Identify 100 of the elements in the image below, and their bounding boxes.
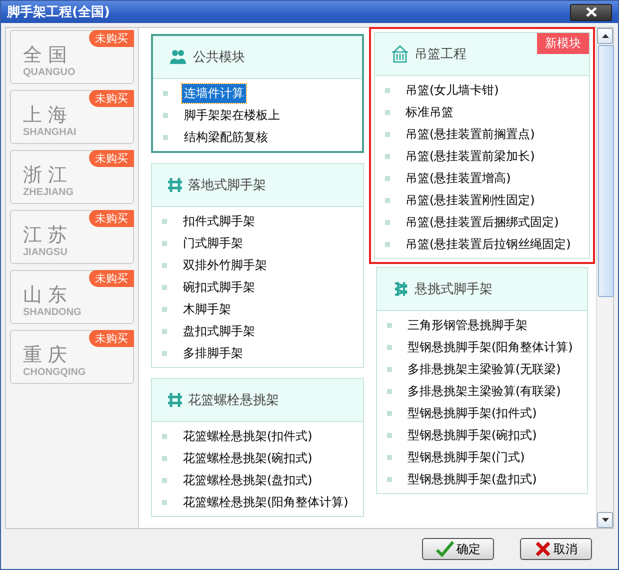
bullet-icon — [384, 176, 390, 180]
module-item[interactable]: 脚手架架在楼板上 — [182, 106, 282, 124]
close-button[interactable] — [570, 4, 612, 20]
bullet-icon — [162, 306, 167, 312]
down-arrow-icon — [602, 518, 608, 522]
bullet-icon — [386, 410, 392, 416]
module-item[interactable]: 门式脚手架 — [181, 234, 245, 252]
bullet-icon — [386, 322, 392, 328]
module-item[interactable]: 多排脚手架 — [181, 344, 245, 362]
module-item[interactable]: 吊篮(悬挂装置前搁置点) — [404, 124, 537, 144]
bullet-icon — [386, 432, 392, 438]
bullet-icon — [386, 476, 392, 482]
module-item[interactable]: 吊篮(悬挂装置增高) — [404, 168, 513, 188]
bullet-icon — [162, 478, 167, 482]
close-icon — [586, 7, 596, 17]
module-item[interactable]: 盘扣式脚手架 — [181, 322, 257, 340]
module-item[interactable]: 三角形钢管悬挑脚手架 — [406, 316, 530, 334]
scroll-down-button[interactable] — [597, 512, 613, 528]
region-pinyin: JIANGSU — [23, 246, 68, 258]
region-name: 上海 — [23, 104, 73, 126]
window-title: 脚手架工程(全国) — [7, 4, 110, 21]
unpurchased-badge: 未购买 — [89, 330, 134, 347]
people-icon — [169, 48, 187, 66]
bullet-icon — [386, 454, 392, 460]
card-title: 花篮螺栓悬挑架 — [188, 392, 279, 409]
bullet-icon — [163, 134, 168, 140]
module-item[interactable]: 木脚手架 — [181, 300, 233, 318]
scaffold-icon — [392, 281, 408, 297]
region-pinyin: CHONGQING — [23, 366, 86, 378]
bullet-icon — [384, 110, 390, 114]
bullet-icon — [386, 344, 392, 350]
module-item[interactable]: 吊篮(女儿墙卡钳) — [404, 80, 501, 100]
module-item[interactable]: 结构梁配筋复核 — [182, 128, 270, 146]
bullet-icon — [386, 366, 392, 372]
region-pinyin: ZHEJIANG — [23, 186, 74, 198]
bullet-icon — [162, 434, 167, 438]
checkmark-icon — [436, 541, 454, 557]
bullet-icon — [162, 240, 167, 246]
module-item[interactable]: 型钢悬挑脚手架(扣件式) — [406, 404, 539, 422]
bullet-icon — [384, 242, 390, 246]
card-title: 吊篮工程 — [414, 46, 466, 63]
module-item[interactable]: 多排悬挑架主梁验算(有联梁) — [406, 382, 563, 400]
module-item[interactable]: 吊篮(悬挂装置后捆绑式固定) — [404, 212, 561, 232]
region-name: 重庆 — [23, 344, 73, 366]
new-badge: 新模块 — [537, 33, 589, 54]
bullet-icon — [162, 328, 167, 334]
bullet-icon — [384, 88, 390, 92]
module-item[interactable]: 型钢悬挑脚手架(门式) — [406, 448, 527, 466]
module-item[interactable]: 吊篮(悬挂装置前梁加长) — [404, 146, 537, 166]
bullet-icon — [163, 90, 168, 96]
unpurchased-badge: 未购买 — [89, 270, 134, 287]
bullet-icon — [162, 456, 167, 460]
module-item[interactable]: 型钢悬挑脚手架(盘扣式) — [406, 470, 539, 488]
region-pinyin: SHANGHAI — [23, 126, 76, 138]
scroll-thumb[interactable] — [598, 45, 614, 297]
module-item[interactable]: 双排外竹脚手架 — [181, 256, 269, 274]
unpurchased-badge: 未购买 — [89, 150, 134, 167]
module-item[interactable]: 型钢悬挑脚手架(碗扣式) — [406, 426, 539, 444]
region-name: 浙江 — [23, 164, 73, 186]
module-item[interactable]: 连墙件计算 — [182, 84, 246, 102]
module-item[interactable]: 花篮螺栓悬挑架(碗扣式) — [181, 448, 314, 468]
module-item[interactable]: 花篮螺栓悬挑架(扣件式) — [181, 426, 314, 446]
module-item[interactable]: 多排悬挑架主梁验算(无联梁) — [406, 360, 563, 378]
card-title: 落地式脚手架 — [188, 177, 266, 194]
scroll-up-button[interactable] — [597, 28, 613, 44]
scaffold-icon — [168, 178, 182, 192]
bullet-icon — [162, 262, 167, 268]
module-item[interactable]: 碗扣式脚手架 — [181, 278, 257, 296]
cancel-button[interactable]: 取消 — [520, 538, 592, 560]
bullet-icon — [162, 500, 167, 504]
unpurchased-badge: 未购买 — [89, 210, 134, 227]
bullet-icon — [384, 154, 390, 158]
module-item[interactable]: 型钢悬挑脚手架(阳角整体计算) — [406, 338, 575, 356]
close-icon — [534, 541, 550, 557]
card-title: 公共模块 — [193, 49, 245, 66]
bullet-icon — [163, 112, 168, 118]
region-pinyin: QUANGUO — [23, 66, 76, 78]
module-item[interactable]: 吊篮(悬挂装置刚性固定) — [404, 190, 537, 210]
unpurchased-badge: 未购买 — [89, 90, 134, 107]
bullet-icon — [162, 350, 167, 356]
scaffold-icon — [168, 393, 182, 407]
bullet-icon — [384, 220, 390, 224]
module-item[interactable]: 花篮螺栓悬挑架(盘扣式) — [181, 470, 314, 490]
bullet-icon — [384, 132, 390, 136]
up-arrow-icon — [602, 34, 608, 38]
card-title: 悬挑式脚手架 — [414, 281, 492, 298]
bullet-icon — [384, 198, 390, 202]
module-item[interactable]: 标准吊篮 — [404, 102, 456, 122]
unpurchased-badge: 未购买 — [89, 30, 134, 47]
bullet-icon — [162, 218, 167, 224]
region-name: 江苏 — [23, 224, 73, 246]
ok-button[interactable]: 确定 — [422, 538, 494, 560]
bullet-icon — [162, 284, 167, 290]
region-name: 全国 — [23, 44, 73, 66]
region-name: 山东 — [23, 284, 73, 306]
region-pinyin: SHANDONG — [23, 306, 82, 318]
module-item[interactable]: 花篮螺栓悬挑架(阳角整体计算) — [181, 492, 350, 512]
module-item[interactable]: 吊篮(悬挂装置后拉钢丝绳固定) — [404, 234, 573, 254]
module-item[interactable]: 扣件式脚手架 — [181, 212, 257, 230]
bullet-icon — [386, 388, 392, 394]
